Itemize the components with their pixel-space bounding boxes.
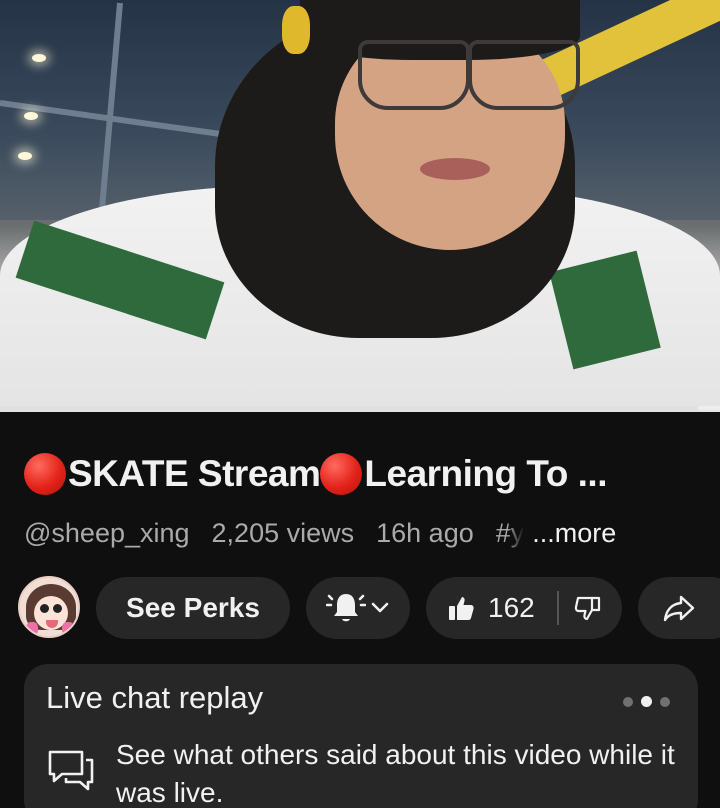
channel-avatar[interactable] (18, 576, 80, 638)
see-perks-button[interactable]: See Perks (96, 577, 290, 639)
pager-dot-active (641, 696, 652, 707)
live-chat-replay-card[interactable]: Live chat replay See what others said ab… (24, 664, 698, 808)
glasses-lens (468, 40, 580, 110)
live-red-dot-icon (24, 453, 66, 495)
more-link[interactable]: ...more (532, 518, 616, 549)
upload-age: 16h ago (376, 517, 474, 548)
video-title[interactable]: SKATE Stream Learning To ... (24, 450, 704, 498)
notification-bell-button[interactable] (306, 577, 410, 639)
like-count: 162 (488, 592, 535, 623)
person-mouth (420, 158, 490, 180)
share-icon (662, 593, 696, 623)
video-player[interactable] (0, 0, 720, 412)
view-count: 2,205 views (211, 517, 355, 548)
avatar-hand (26, 622, 38, 636)
bell-ringing-icon (326, 590, 366, 626)
thumbs-down-icon[interactable] (573, 593, 603, 623)
ceiling-light (24, 112, 38, 120)
pager-dot (623, 696, 633, 707)
live-chat-description: See what others said about this video wh… (116, 739, 675, 808)
pager-dot (660, 696, 670, 707)
video-progress-fill (0, 406, 699, 410)
hair-clip (282, 6, 310, 54)
avatar-hand (62, 622, 74, 636)
chat-bubbles-icon (46, 748, 96, 791)
live-red-dot-icon (320, 453, 363, 495)
video-progress-bar[interactable] (0, 406, 720, 410)
video-title-part1: SKATE Stream (68, 453, 321, 494)
chevron-down-icon (370, 601, 390, 615)
ceiling-light (32, 54, 46, 62)
see-perks-label: See Perks (126, 592, 260, 623)
video-metadata[interactable]: @sheep_xing 2,205 views 16h ago #y ...mo… (24, 514, 704, 552)
thumbs-up-icon[interactable] (446, 593, 476, 623)
share-button[interactable] (638, 577, 720, 639)
channel-handle[interactable]: @sheep_xing (24, 518, 190, 549)
live-chat-title: Live chat replay (46, 680, 264, 715)
carousel-pager (615, 696, 670, 707)
glasses-lens (358, 40, 470, 110)
like-dislike-button[interactable]: 162 (426, 577, 622, 639)
avatar-eye (40, 604, 49, 613)
avatar-eye (53, 604, 62, 613)
hashtag[interactable]: #y (496, 518, 525, 549)
ceiling-light (18, 152, 32, 160)
like-dislike-divider (556, 591, 559, 625)
video-title-part2: Learning To ... (364, 453, 607, 494)
